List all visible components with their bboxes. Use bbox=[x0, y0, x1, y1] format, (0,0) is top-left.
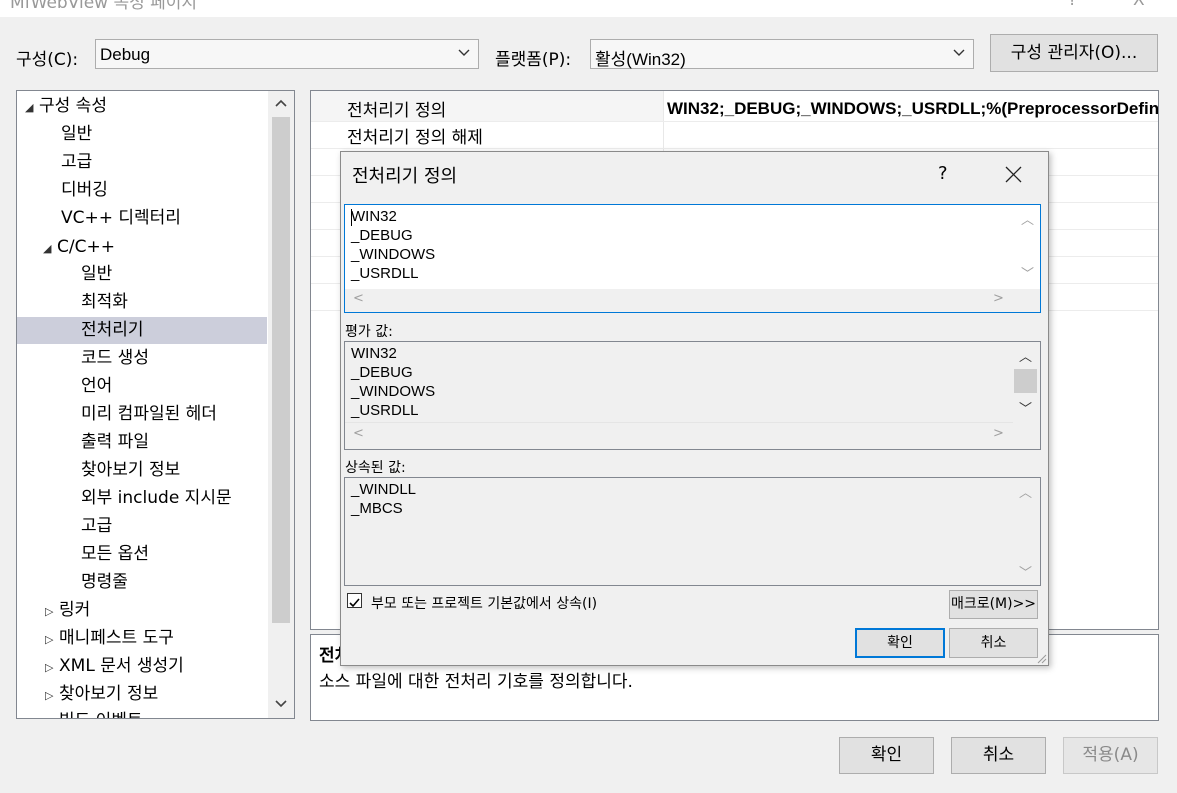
scroll-right-icon[interactable]: > bbox=[993, 291, 1004, 306]
tree-item-config-props[interactable]: ◢ 구성 속성 bbox=[25, 93, 107, 120]
scroll-up-icon[interactable] bbox=[275, 99, 287, 107]
scroll-up-icon[interactable]: ︿ bbox=[1019, 346, 1032, 365]
tree-item[interactable]: 코드 생성 bbox=[81, 345, 149, 372]
definitions-lines[interactable]: WIN32 _DEBUG _WINDOWS _USRDLL bbox=[351, 207, 435, 283]
resize-grip-icon[interactable] bbox=[1037, 654, 1047, 664]
description-text: 소스 파일에 대한 전처리 기호를 정의합니다. bbox=[319, 672, 633, 692]
grid-row-name[interactable]: 전처리기 정의 해제 bbox=[347, 123, 483, 148]
scroll-up-icon[interactable]: ︿ bbox=[1019, 482, 1032, 501]
scroll-up-icon[interactable]: ︿ bbox=[1021, 209, 1034, 228]
config-value: Debug bbox=[100, 45, 151, 64]
inherit-checkbox[interactable] bbox=[347, 593, 362, 608]
close-window-icon[interactable]: X bbox=[1133, 0, 1145, 10]
tree-item-preprocessor-selected[interactable]: 전처리기 bbox=[17, 317, 267, 344]
h-scrollbar[interactable] bbox=[345, 289, 1040, 312]
tree-item[interactable]: 고급 bbox=[81, 513, 112, 540]
tree-item[interactable]: 일반 bbox=[61, 121, 92, 148]
window-title: MfWebView 속성 페이지 bbox=[10, 0, 198, 13]
help-icon[interactable]: ? bbox=[938, 163, 948, 184]
preprocessor-dialog: 전처리기 정의 ? WIN32 _DEBUG _WINDOWS _USRDLL … bbox=[340, 151, 1049, 666]
tree-item[interactable]: 찾아보기 정보 bbox=[81, 457, 180, 484]
text-caret bbox=[351, 209, 352, 226]
config-manager-button[interactable]: 구성 관리자(O)... bbox=[990, 34, 1158, 72]
tree-item[interactable]: 언어 bbox=[81, 373, 112, 400]
tree-item-cpp[interactable]: ◢ C/C++ bbox=[43, 234, 115, 261]
scroll-left-icon[interactable]: < bbox=[353, 426, 364, 441]
evaluated-label: 평가 값: bbox=[345, 324, 393, 340]
tree-item-xml[interactable]: ▷ XML 문서 생성기 bbox=[45, 653, 184, 680]
collapsed-triangle-icon[interactable]: ▷ bbox=[45, 654, 59, 681]
grid-row-value[interactable]: WIN32;_DEBUG;_WINDOWS;_USRDLL;%(Preproce… bbox=[667, 99, 1158, 119]
tree-item[interactable]: 일반 bbox=[81, 261, 112, 288]
scroll-down-icon[interactable]: ﹀ bbox=[1021, 263, 1034, 282]
tree-item-build-events[interactable]: ▷빌드 이벤트 bbox=[45, 708, 143, 718]
close-icon[interactable] bbox=[1005, 166, 1022, 183]
tree-scrollbar[interactable] bbox=[268, 91, 294, 718]
help-icon[interactable]: ? bbox=[1068, 0, 1077, 10]
tree-item-manifest[interactable]: ▷ 매니페스트 도구 bbox=[45, 625, 174, 652]
tree-item[interactable]: 고급 bbox=[61, 149, 92, 176]
checkmark-icon bbox=[349, 598, 360, 608]
collapsed-triangle-icon[interactable]: ▷ bbox=[45, 598, 59, 625]
tree-item[interactable]: 모든 옵션 bbox=[81, 541, 149, 568]
tree-item[interactable]: 디버깅 bbox=[61, 177, 108, 204]
dialog-title: 전처리기 정의 bbox=[352, 166, 458, 187]
scroll-right-icon[interactable]: > bbox=[993, 426, 1004, 441]
tree-item[interactable]: 외부 include 지시문 bbox=[81, 485, 232, 512]
scroll-thumb[interactable] bbox=[272, 117, 290, 623]
tree-item[interactable]: 미리 컴파일된 헤더 bbox=[81, 401, 217, 428]
scroll-thumb[interactable] bbox=[1014, 369, 1037, 393]
scroll-left-icon[interactable]: < bbox=[353, 291, 364, 306]
inherited-lines: _WINDLL _MBCS bbox=[351, 481, 417, 517]
platform-value: 활성(Win32) bbox=[595, 50, 686, 69]
collapsed-triangle-icon[interactable]: ▷ bbox=[45, 626, 59, 653]
chevron-down-icon bbox=[458, 49, 470, 56]
property-tree: ◢ 구성 속성 일반 고급 디버깅 VC++ 디렉터리 ◢ C/C++ 일반 최적화… bbox=[16, 90, 295, 719]
inherited-box: _WINDLL _MBCS ︿ ﹀ bbox=[344, 477, 1041, 586]
evaluated-lines: WIN32 _DEBUG _WINDOWS _USRDLL bbox=[351, 345, 436, 419]
evaluated-box: WIN32 _DEBUG _WINDOWS _USRDLL ︿ ﹀ < > bbox=[344, 341, 1041, 450]
tree-item[interactable]: 최적화 bbox=[81, 289, 128, 316]
macros-button[interactable]: 매크로(M)>> bbox=[949, 590, 1038, 619]
scroll-down-icon[interactable]: ﹀ bbox=[1019, 562, 1032, 581]
tree-item[interactable]: 출력 파일 bbox=[81, 429, 149, 456]
title-bar: MfWebView 속성 페이지 ? X bbox=[0, 0, 1177, 17]
config-label: 구성(C): bbox=[16, 50, 79, 70]
scroll-down-icon[interactable] bbox=[275, 700, 287, 708]
chevron-down-icon bbox=[953, 49, 965, 56]
scroll-down-icon[interactable]: ﹀ bbox=[1019, 398, 1032, 417]
dialog-ok-button[interactable]: 확인 bbox=[855, 628, 945, 658]
inherit-checkbox-label[interactable]: 부모 또는 프로젝트 기본값에서 상속(I) bbox=[371, 593, 597, 613]
platform-label: 플랫폼(P): bbox=[495, 50, 572, 70]
apply-button: 적용(A) bbox=[1063, 737, 1158, 774]
grid-row-name[interactable]: 전처리기 정의 bbox=[347, 96, 446, 121]
cancel-button[interactable]: 취소 bbox=[951, 737, 1046, 774]
inherited-label: 상속된 값: bbox=[345, 460, 406, 476]
config-select[interactable]: Debug bbox=[95, 39, 479, 69]
dialog-cancel-button[interactable]: 취소 bbox=[949, 628, 1038, 658]
platform-select[interactable]: 활성(Win32) bbox=[590, 39, 974, 69]
collapsed-triangle-icon[interactable]: ▷ bbox=[45, 709, 59, 718]
ok-button[interactable]: 확인 bbox=[839, 737, 934, 774]
tree-item-linker[interactable]: ▷ 링커 bbox=[45, 597, 90, 624]
expanded-triangle-icon[interactable]: ◢ bbox=[43, 235, 57, 262]
tree-item[interactable]: 명령줄 bbox=[81, 569, 128, 596]
tree-item-browse[interactable]: ▷ 찾아보기 정보 bbox=[45, 681, 158, 708]
definitions-textarea[interactable]: WIN32 _DEBUG _WINDOWS _USRDLL ︿ ﹀ < > bbox=[344, 204, 1041, 313]
tree-item[interactable]: VC++ 디렉터리 bbox=[61, 205, 181, 232]
expanded-triangle-icon[interactable]: ◢ bbox=[25, 94, 39, 121]
collapsed-triangle-icon[interactable]: ▷ bbox=[45, 682, 59, 709]
